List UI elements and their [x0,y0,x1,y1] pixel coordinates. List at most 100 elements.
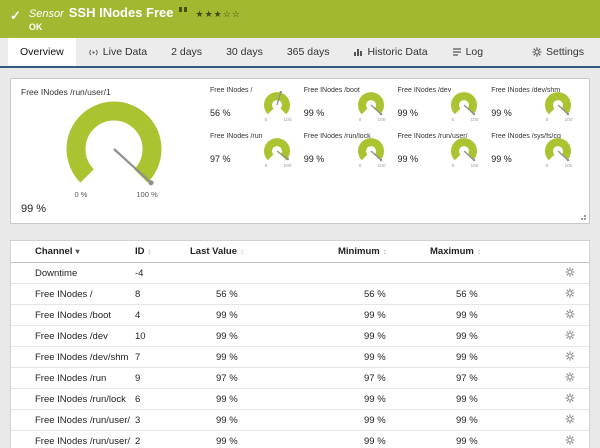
channel-settings-cell [546,326,589,347]
channel-settings-icon[interactable] [565,309,575,319]
sensor-name: SSH INodes Free [69,5,174,20]
channel-maximum: 99 % [426,431,546,448]
channel-name[interactable]: Free INodes /dev/shm [11,347,131,368]
small-gauge-value: 99 % [491,154,512,164]
channel-settings-icon[interactable] [565,351,575,361]
channel-row: Downtime-4 [11,263,589,284]
channel-row: Free INodes /run/lock699 %99 %99 % [11,389,589,410]
svg-text:100 %: 100 % [136,190,158,199]
tab-historic-data[interactable]: Historic Data [341,38,439,66]
small-gauge-free-inodes-dev[interactable]: Free INodes /dev 99 % 0100 [398,85,486,131]
primary-gauge-dial: 0 % 100 % [39,91,189,203]
small-gauge-value: 56 % [210,108,231,118]
svg-text:0: 0 [358,163,361,169]
channel-minimum: 99 % [334,347,426,368]
column-header-minimum[interactable]: Minimum↕ [334,241,426,263]
channel-last-value: 99 % [186,389,334,410]
channel-id: 9 [131,368,186,389]
column-label: Channel [35,246,72,257]
svg-text:100: 100 [564,163,572,169]
sensor-flag-icons [179,7,187,12]
small-gauges-grid: Free INodes / 56 % 0100 Free INodes /boo… [206,79,589,223]
channel-maximum: 97 % [426,368,546,389]
channel-last-value: 97 % [186,368,334,389]
tab-overview[interactable]: Overview [8,38,76,66]
channel-maximum: 56 % [426,284,546,305]
small-gauge-free-inodes-boot[interactable]: Free INodes /boot 99 % 0100 [304,85,392,131]
small-gauge-free-inodes-sys-fs-cg[interactable]: Free INodes /sys/fs/cg 99 % 0100 [491,131,579,177]
small-gauge-dial: 0 100 [258,137,296,169]
channel-settings-icon[interactable] [565,372,575,382]
tab-label: Overview [20,46,64,58]
channel-last-value [186,263,334,284]
channel-name[interactable]: Free INodes /boot [11,305,131,326]
svg-text:100: 100 [283,117,291,123]
channel-settings-icon[interactable] [565,288,575,298]
channel-id: 3 [131,410,186,431]
tab-365-days[interactable]: 365 days [275,38,342,66]
channel-settings-icon[interactable] [565,435,575,445]
channel-settings-icon[interactable] [565,393,575,403]
channel-maximum: 99 % [426,410,546,431]
tab-bar: Overview Live Data2 days30 days365 daysHi… [0,38,600,68]
small-gauge-value: 99 % [491,108,512,118]
column-header-last-value[interactable]: Last Value↕ [186,241,334,263]
tab-live-data[interactable]: Live Data [76,38,159,66]
channel-minimum: 56 % [334,284,426,305]
sort-icon: ↕ [240,247,244,256]
channel-settings-cell [546,263,589,284]
channel-name[interactable]: Free INodes /run [11,368,131,389]
channel-settings-icon[interactable] [565,414,575,424]
channel-name[interactable]: Free INodes / [11,284,131,305]
small-gauge-dial: 0100 [539,137,577,169]
sort-icon: ↕ [383,247,387,256]
channels-table: Channel▾ID↕Last Value↕Minimum↕Maximum↕ D… [11,241,589,448]
channel-name[interactable]: Free INodes /dev [11,326,131,347]
channel-settings-cell [546,431,589,448]
channel-name[interactable]: Free INodes /run/lock [11,389,131,410]
channel-minimum: 99 % [334,431,426,448]
channel-name[interactable]: Downtime [11,263,131,284]
channel-row: Free INodes /run/user/1299 %99 %99 % [11,431,589,448]
channel-settings-cell [546,284,589,305]
svg-text:100: 100 [283,163,291,169]
channel-id: 2 [131,431,186,448]
small-gauge-free-inodes-dev-shm[interactable]: Free INodes /dev/shm 99 % 0100 [491,85,579,131]
small-gauge-free-inodes-run[interactable]: Free INodes /run 97 % 0100 [210,131,298,177]
small-gauge-value: 99 % [304,108,325,118]
svg-text:0: 0 [264,163,267,169]
channel-maximum: 99 % [426,326,546,347]
svg-text:0: 0 [358,117,361,123]
svg-text:100: 100 [471,163,479,169]
channel-name[interactable]: Free INodes /run/user/1 [11,431,131,448]
prtg-sensor-page: ✓ Sensor SSH INodes Free ★★★☆☆ OK Overvi… [0,0,600,448]
small-gauge-free-inodes-run-lock[interactable]: Free INodes /run/lock 99 % 0100 [304,131,392,177]
tab-log[interactable]: Log [440,38,496,66]
tab-label: Log [466,46,484,58]
column-header-id[interactable]: ID↕ [131,241,186,263]
channel-minimum: 99 % [334,305,426,326]
tab-settings[interactable]: Settings [520,38,596,66]
channel-id: 7 [131,347,186,368]
svg-text:0 %: 0 % [75,190,88,199]
channel-settings-icon[interactable] [565,330,575,340]
channel-minimum: 97 % [334,368,426,389]
column-header-settings [546,241,589,263]
channel-name[interactable]: Free INodes /run/user/1 [11,410,131,431]
small-gauge-value: 97 % [210,154,231,164]
small-gauge-free-inodes[interactable]: Free INodes / 56 % 0100 [210,85,298,131]
column-header-channel[interactable]: Channel▾ [11,241,131,263]
panel-resize-handle[interactable] [579,213,586,220]
tab-label: Settings [546,46,584,58]
priority-stars-icon[interactable]: ★★★☆☆ [196,9,241,20]
channel-settings-icon[interactable] [565,267,575,277]
small-gauge-free-inodes-run-user[interactable]: Free INodes /run/user/ 99 % 0100 [398,131,486,177]
channel-minimum: 99 % [334,389,426,410]
tab-2-days[interactable]: 2 days [159,38,214,66]
tab-30-days[interactable]: 30 days [214,38,275,66]
column-header-maximum[interactable]: Maximum↕ [426,241,546,263]
column-label: Minimum [338,246,380,257]
channel-last-value: 56 % [186,284,334,305]
channel-id: 4 [131,305,186,326]
primary-gauge[interactable]: Free INodes /run/user/1 0 %100 % 99 % [11,79,206,223]
